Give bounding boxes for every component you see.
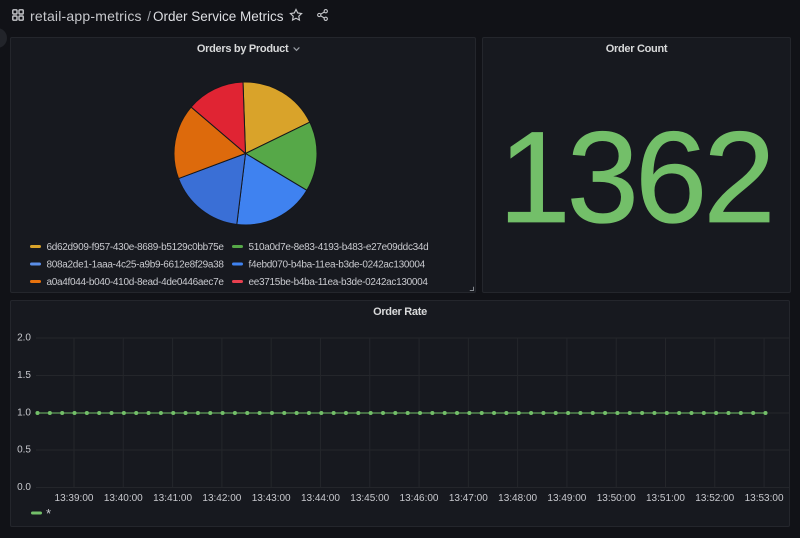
- svg-text:f4ebd070-b4ba-11ea-b3de-0242ac: f4ebd070-b4ba-11ea-b3de-0242ac130004: [249, 260, 426, 271]
- svg-text:13:44:00: 13:44:00: [301, 493, 340, 504]
- svg-text:1.5: 1.5: [17, 370, 31, 381]
- svg-text:13:40:00: 13:40:00: [104, 493, 143, 504]
- svg-text:510a0d7e-8e83-4193-b483-e27e09: 510a0d7e-8e83-4193-b483-e27e09ddc34d: [249, 242, 429, 253]
- svg-text:13:45:00: 13:45:00: [350, 493, 389, 504]
- svg-text:6d62d909-f957-430e-8689-b5129c: 6d62d909-f957-430e-8689-b5129c0bb75e: [47, 242, 225, 253]
- svg-text:13:43:00: 13:43:00: [252, 493, 291, 504]
- svg-text:13:52:00: 13:52:00: [695, 493, 734, 504]
- svg-text:13:53:00: 13:53:00: [745, 493, 784, 504]
- svg-text:13:50:00: 13:50:00: [597, 493, 636, 504]
- svg-text:13:51:00: 13:51:00: [646, 493, 685, 504]
- svg-text:13:47:00: 13:47:00: [449, 493, 488, 504]
- svg-text:13:46:00: 13:46:00: [400, 493, 439, 504]
- svg-text:13:39:00: 13:39:00: [55, 493, 94, 504]
- svg-text:0.0: 0.0: [17, 482, 31, 493]
- svg-text:0.5: 0.5: [17, 445, 31, 456]
- svg-text:13:49:00: 13:49:00: [547, 493, 586, 504]
- svg-text:13:48:00: 13:48:00: [498, 493, 537, 504]
- svg-text:808a2de1-1aaa-4c25-a9b9-6612e8: 808a2de1-1aaa-4c25-a9b9-6612e8f29a38: [47, 260, 225, 271]
- svg-text:*: *: [46, 506, 51, 521]
- svg-text:1.0: 1.0: [17, 408, 31, 419]
- svg-text:a0a4f044-b040-410d-8ead-4de044: a0a4f044-b040-410d-8ead-4de0446aec7e: [47, 277, 225, 288]
- svg-text:ee3715be-b4ba-11ea-b3de-0242ac: ee3715be-b4ba-11ea-b3de-0242ac130004: [249, 277, 429, 288]
- svg-text:13:42:00: 13:42:00: [202, 493, 241, 504]
- svg-text:2.0: 2.0: [17, 333, 31, 344]
- svg-text:13:41:00: 13:41:00: [153, 493, 192, 504]
